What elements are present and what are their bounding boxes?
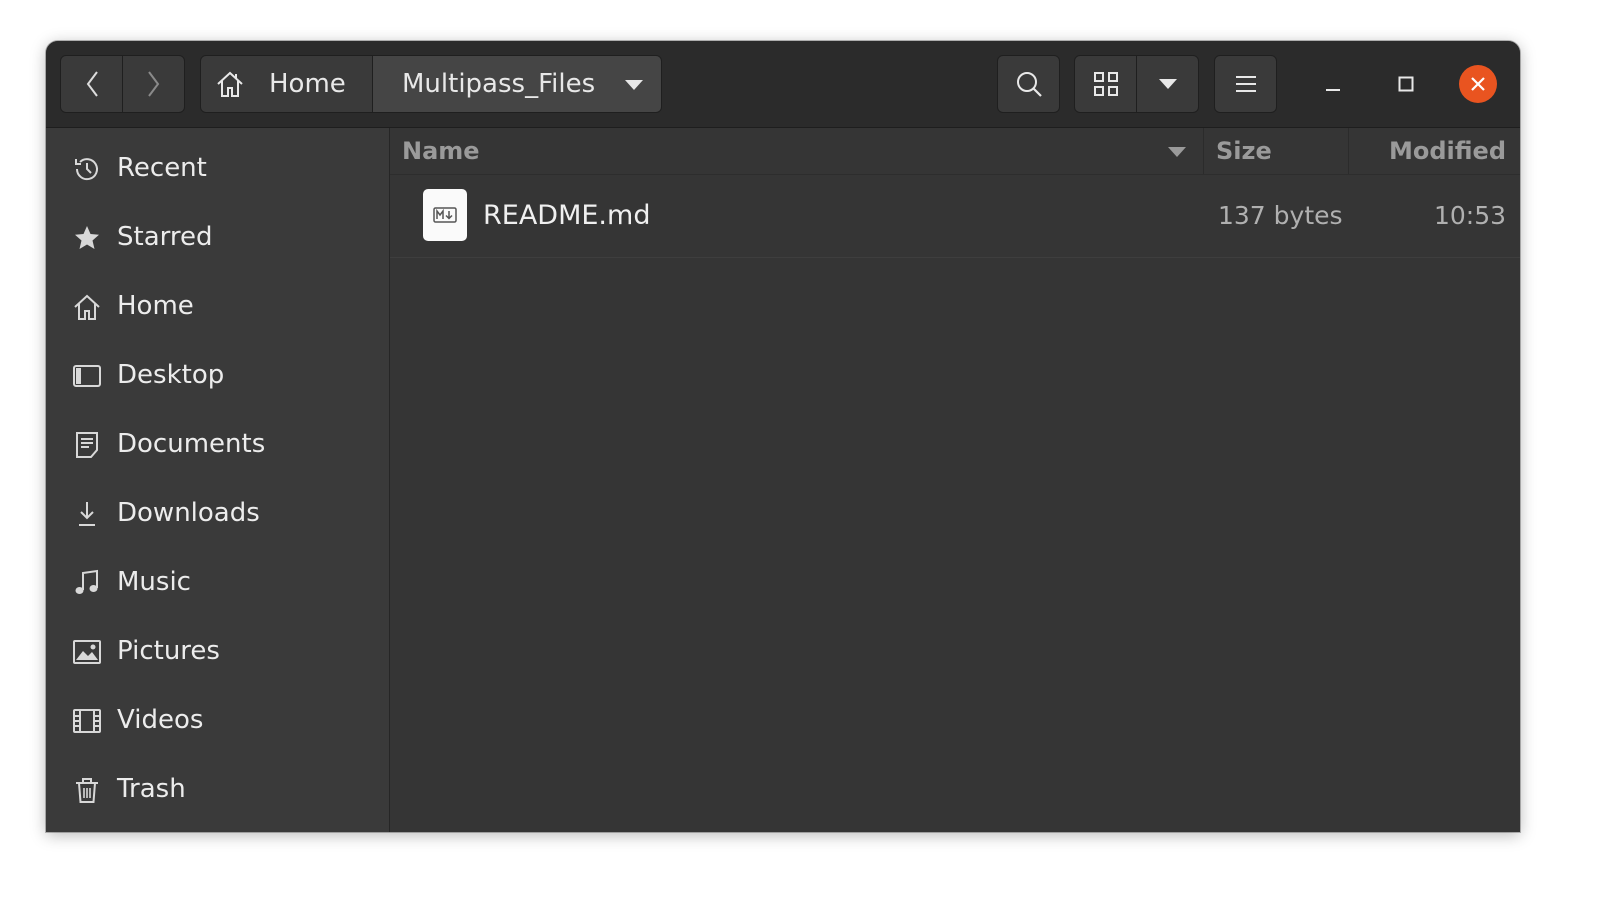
file-modified: 10:53 <box>1433 201 1506 230</box>
back-button[interactable] <box>60 55 123 113</box>
markdown-file-icon <box>423 189 467 241</box>
sidebar-item-label: Home <box>117 291 194 321</box>
path-current-label: Multipass_Files <box>402 69 596 99</box>
header-bar: Home Multipass_Files <box>46 41 1520 128</box>
close-icon <box>1471 77 1485 91</box>
column-separator <box>1348 128 1349 174</box>
path-home-label: Home <box>269 69 346 99</box>
sidebar-item-label: Trash <box>117 774 186 804</box>
sidebar-item-home[interactable]: Home <box>46 276 389 336</box>
grid-view-button[interactable] <box>1074 55 1137 113</box>
sort-descending-icon <box>1168 147 1186 157</box>
column-header-modified[interactable]: Modified <box>1389 128 1506 174</box>
path-bar-current-folder[interactable]: Multipass_Files <box>372 55 662 113</box>
minimize-button[interactable] <box>1314 65 1352 103</box>
column-separator <box>1203 128 1204 174</box>
videos-icon <box>73 709 101 733</box>
column-header-size[interactable]: Size <box>1216 128 1272 174</box>
column-header-name[interactable]: Name <box>402 128 480 174</box>
path-bar-home-button[interactable]: Home <box>200 55 373 113</box>
trash-icon <box>76 778 98 803</box>
minimize-icon <box>1326 89 1340 91</box>
sidebar-item-trash[interactable]: Trash <box>46 759 389 819</box>
sidebar-item-documents[interactable]: Documents <box>46 414 389 474</box>
sidebar-item-downloads[interactable]: Downloads <box>46 483 389 543</box>
chevron-left-icon <box>86 71 98 97</box>
hamburger-menu-icon <box>1235 76 1256 92</box>
sidebar-item-label: Desktop <box>117 360 225 390</box>
sidebar-item-music[interactable]: Music <box>46 552 389 612</box>
sidebar-item-label: Documents <box>117 429 266 459</box>
maximize-button[interactable] <box>1387 65 1425 103</box>
forward-button[interactable] <box>122 55 185 113</box>
sidebar-item-label: Recent <box>117 153 207 183</box>
column-header-row: Name Size Modified <box>390 128 1520 175</box>
star-icon <box>75 226 99 249</box>
file-size: 137 bytes <box>1218 201 1343 230</box>
search-button[interactable] <box>997 55 1060 113</box>
sidebar-item-label: Pictures <box>117 636 220 666</box>
caret-down-icon <box>625 80 643 90</box>
file-manager-window: Home Multipass_Files Recent Starred Home… <box>46 41 1520 832</box>
sidebar-item-recent[interactable]: Recent <box>46 138 389 198</box>
sidebar-item-starred[interactable]: Starred <box>46 207 389 267</box>
sidebar-item-label: Starred <box>117 222 213 252</box>
sidebar-item-label: Downloads <box>117 498 260 528</box>
view-options-button[interactable] <box>1136 55 1199 113</box>
table-row[interactable]: README.md 137 bytes 10:53 <box>390 175 1520 258</box>
home-icon <box>74 294 100 320</box>
close-button[interactable] <box>1459 65 1497 103</box>
music-icon <box>75 569 98 594</box>
sidebar-item-pictures[interactable]: Pictures <box>46 621 389 681</box>
documents-icon <box>76 432 98 458</box>
sidebar-item-videos[interactable]: Videos <box>46 690 389 750</box>
pictures-icon <box>73 640 101 664</box>
search-icon <box>1016 72 1042 97</box>
main-menu-button[interactable] <box>1214 55 1277 113</box>
chevron-right-icon <box>147 71 159 97</box>
file-list-view: Name Size Modified README.md 137 bytes 1… <box>390 128 1520 832</box>
sidebar-item-desktop[interactable]: Desktop <box>46 345 389 405</box>
clock-icon <box>75 158 98 181</box>
caret-down-icon <box>1158 79 1177 89</box>
sidebar-item-label: Videos <box>117 705 204 735</box>
download-icon <box>79 502 95 526</box>
sidebar-item-label: Music <box>117 567 191 597</box>
sidebar: Recent Starred Home Desktop Documents Do… <box>46 128 390 832</box>
maximize-icon <box>1398 76 1414 92</box>
file-name: README.md <box>483 200 651 231</box>
desktop-icon <box>73 365 101 387</box>
grid-icon <box>1093 72 1118 96</box>
home-icon <box>217 71 243 97</box>
